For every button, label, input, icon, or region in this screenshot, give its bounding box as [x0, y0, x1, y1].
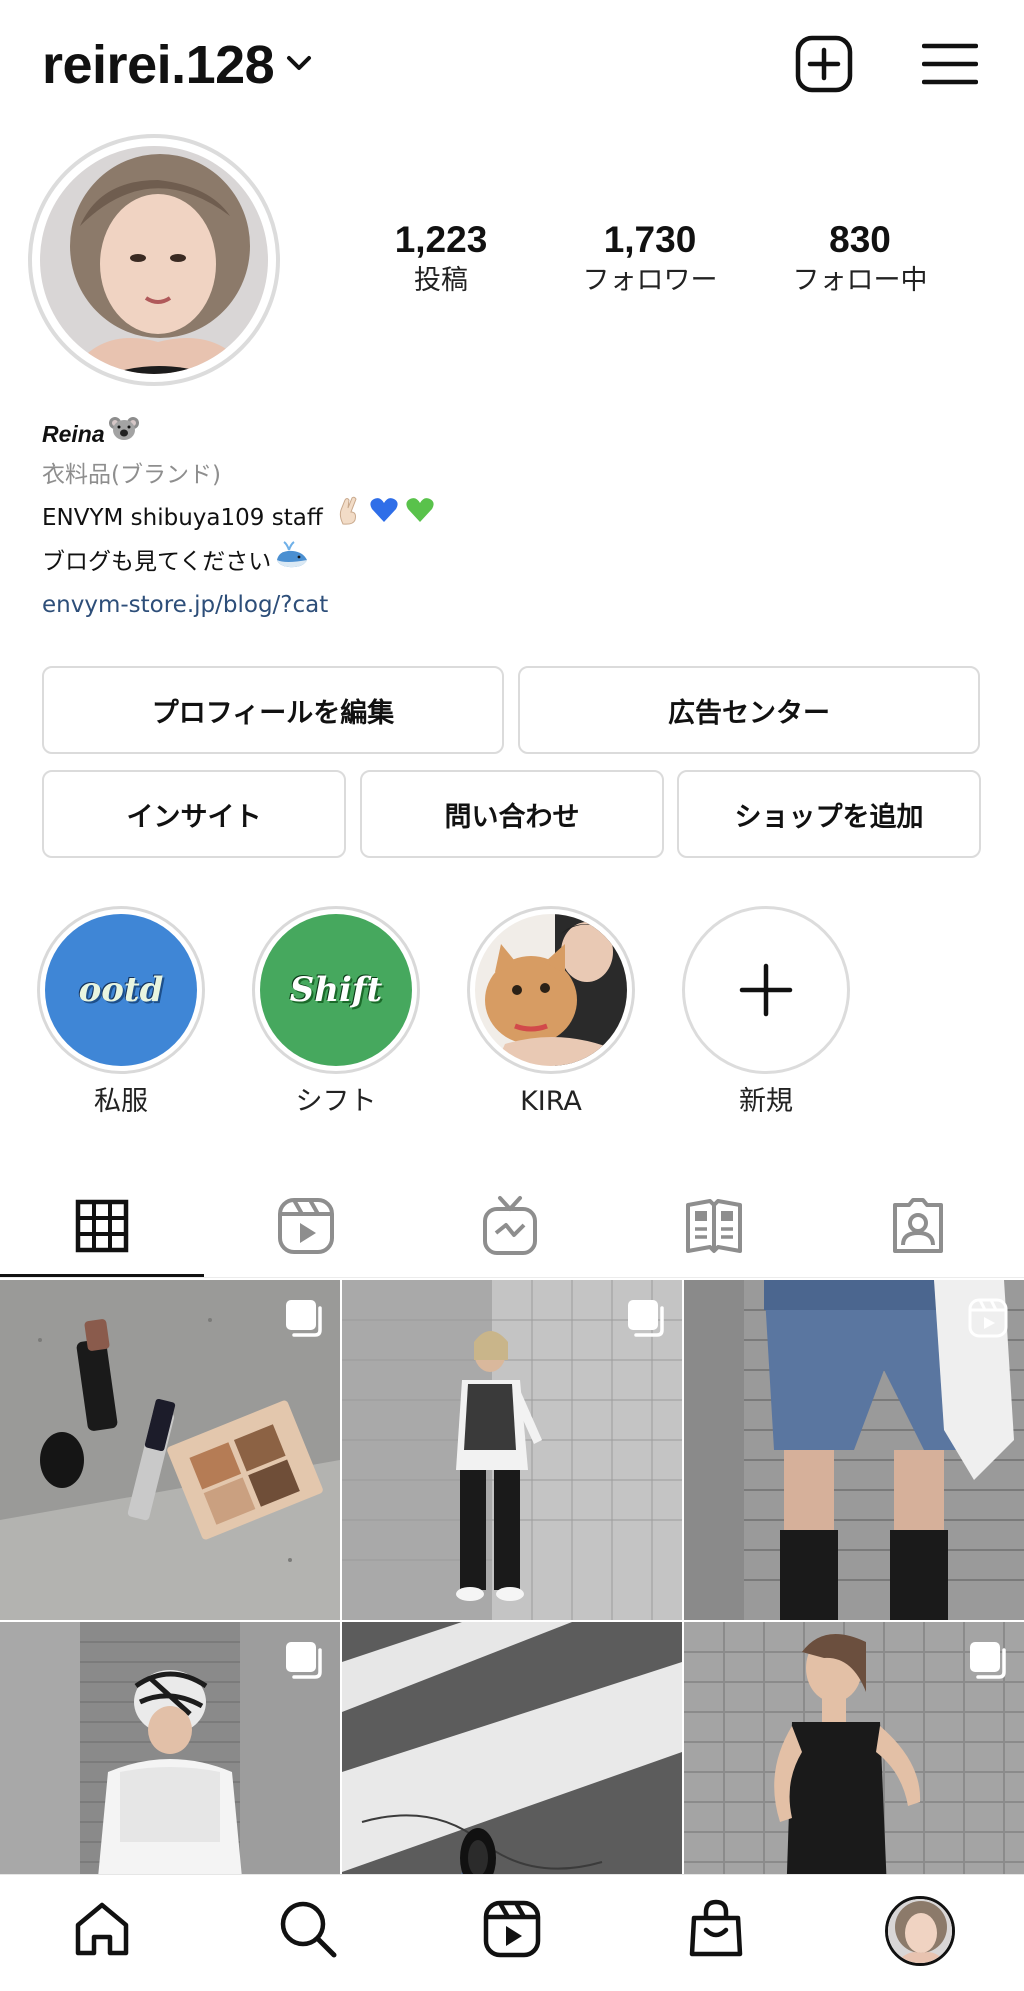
post-thumbnail[interactable] [684, 1622, 1024, 1874]
post-thumbnail[interactable] [342, 1280, 682, 1620]
guides-icon [684, 1197, 744, 1259]
highlight-cover-photo [475, 914, 627, 1066]
profile-category: 衣料品(ブランド) [42, 462, 221, 488]
bio-line-1: ENVYM shibuya109 staff [42, 496, 982, 540]
following-label: フォロー中 [792, 265, 928, 296]
bio-website-link[interactable]: envym-store.jp/blog/?cat [42, 584, 982, 626]
bio-text-1: ENVYM shibuya109 staff [42, 505, 323, 531]
koala-emoji [108, 414, 139, 454]
display-name: Reina [42, 421, 105, 447]
reels-icon [276, 1196, 336, 1260]
stat-posts[interactable]: 1,223 投稿 [341, 218, 541, 300]
stat-following[interactable]: 830 フォロー中 [760, 218, 960, 300]
reels-icon [482, 1899, 542, 1963]
insights-button[interactable]: インサイト [42, 770, 346, 858]
carousel-icon [968, 1640, 1008, 1680]
followers-count: 1,730 [603, 219, 697, 260]
blue-heart-emoji [369, 496, 399, 540]
stat-followers[interactable]: 1,730 フォロワー [550, 218, 750, 300]
grid-icon [75, 1199, 129, 1257]
add-shop-button[interactable]: ショップを追加 [677, 770, 981, 858]
profile-bio: Reina 衣料品(ブランド) ENVYM shibuya109 staff ブ… [42, 414, 982, 626]
bio-line-2: ブログも見てください [42, 540, 982, 584]
profile-avatar [885, 1896, 955, 1966]
green-heart-emoji [405, 496, 435, 540]
highlight-cover: Shift [260, 914, 412, 1066]
nav-shop[interactable] [680, 1895, 752, 1967]
plus-icon [690, 914, 842, 1066]
highlight-cover-text: Shift [289, 970, 383, 1010]
carousel-icon [284, 1298, 324, 1338]
posts-label: 投稿 [414, 265, 468, 296]
tab-tagged[interactable] [816, 1178, 1020, 1278]
search-icon [277, 1898, 339, 1964]
whale-emoji [275, 540, 309, 584]
bottom-navigation [0, 1874, 1024, 1991]
nav-search[interactable] [272, 1895, 344, 1967]
account-switcher[interactable]: reirei.128 [42, 34, 314, 96]
tab-reels[interactable] [204, 1178, 408, 1278]
profile-tabs [0, 1178, 1024, 1278]
home-icon [72, 1899, 132, 1963]
nav-profile[interactable] [884, 1895, 956, 1967]
highlight-new[interactable]: 新規 [681, 906, 851, 1120]
tab-igtv[interactable] [408, 1178, 612, 1278]
highlight-kira[interactable]: KIRA [466, 906, 636, 1120]
tab-grid[interactable] [0, 1178, 204, 1278]
tab-guides[interactable] [612, 1178, 816, 1278]
menu-button[interactable] [918, 34, 982, 98]
avatar-photo [40, 146, 268, 374]
tabs-divider [0, 1277, 1024, 1278]
shop-icon [686, 1898, 746, 1964]
highlight-label: 私服 [94, 1086, 148, 1117]
ad-center-button[interactable]: 広告センター [518, 666, 980, 754]
followers-label: フォロワー [582, 265, 718, 296]
display-name-row: Reina [42, 414, 982, 454]
posts-count: 1,223 [394, 219, 488, 260]
posts-grid [0, 1280, 1024, 1874]
highlight-label: 新規 [739, 1086, 793, 1117]
bio-text-2: ブログも見てください [42, 549, 272, 575]
nav-reels[interactable] [476, 1895, 548, 1967]
hamburger-menu-icon [921, 40, 979, 92]
chevron-down-icon [284, 48, 314, 82]
contact-button[interactable]: 問い合わせ [360, 770, 664, 858]
highlight-cover: ootd [45, 914, 197, 1066]
crossed-fingers-emoji [335, 496, 363, 540]
tagged-icon [889, 1197, 947, 1259]
nav-home[interactable] [66, 1895, 138, 1967]
username: reirei.128 [42, 35, 275, 95]
highlight-label: シフト [295, 1086, 377, 1117]
carousel-icon [626, 1298, 666, 1338]
profile-avatar[interactable] [28, 134, 280, 386]
post-thumbnail[interactable] [684, 1280, 1024, 1620]
igtv-icon [480, 1195, 540, 1261]
reel-icon [968, 1298, 1008, 1338]
post-thumbnail[interactable] [0, 1622, 340, 1874]
highlight-cover-text: ootd [78, 970, 164, 1010]
carousel-icon [284, 1640, 324, 1680]
highlight-label: KIRA [520, 1086, 582, 1117]
following-count: 830 [829, 219, 891, 260]
post-thumbnail[interactable] [342, 1622, 682, 1874]
post-thumbnail[interactable] [0, 1280, 340, 1620]
plus-square-icon [794, 34, 854, 98]
create-post-button[interactable] [792, 34, 856, 98]
highlight-shift[interactable]: Shift シフト [251, 906, 421, 1120]
highlight-ootd[interactable]: ootd 私服 [36, 906, 206, 1120]
profile-header: reirei.128 [0, 0, 1024, 130]
edit-profile-button[interactable]: プロフィールを編集 [42, 666, 504, 754]
